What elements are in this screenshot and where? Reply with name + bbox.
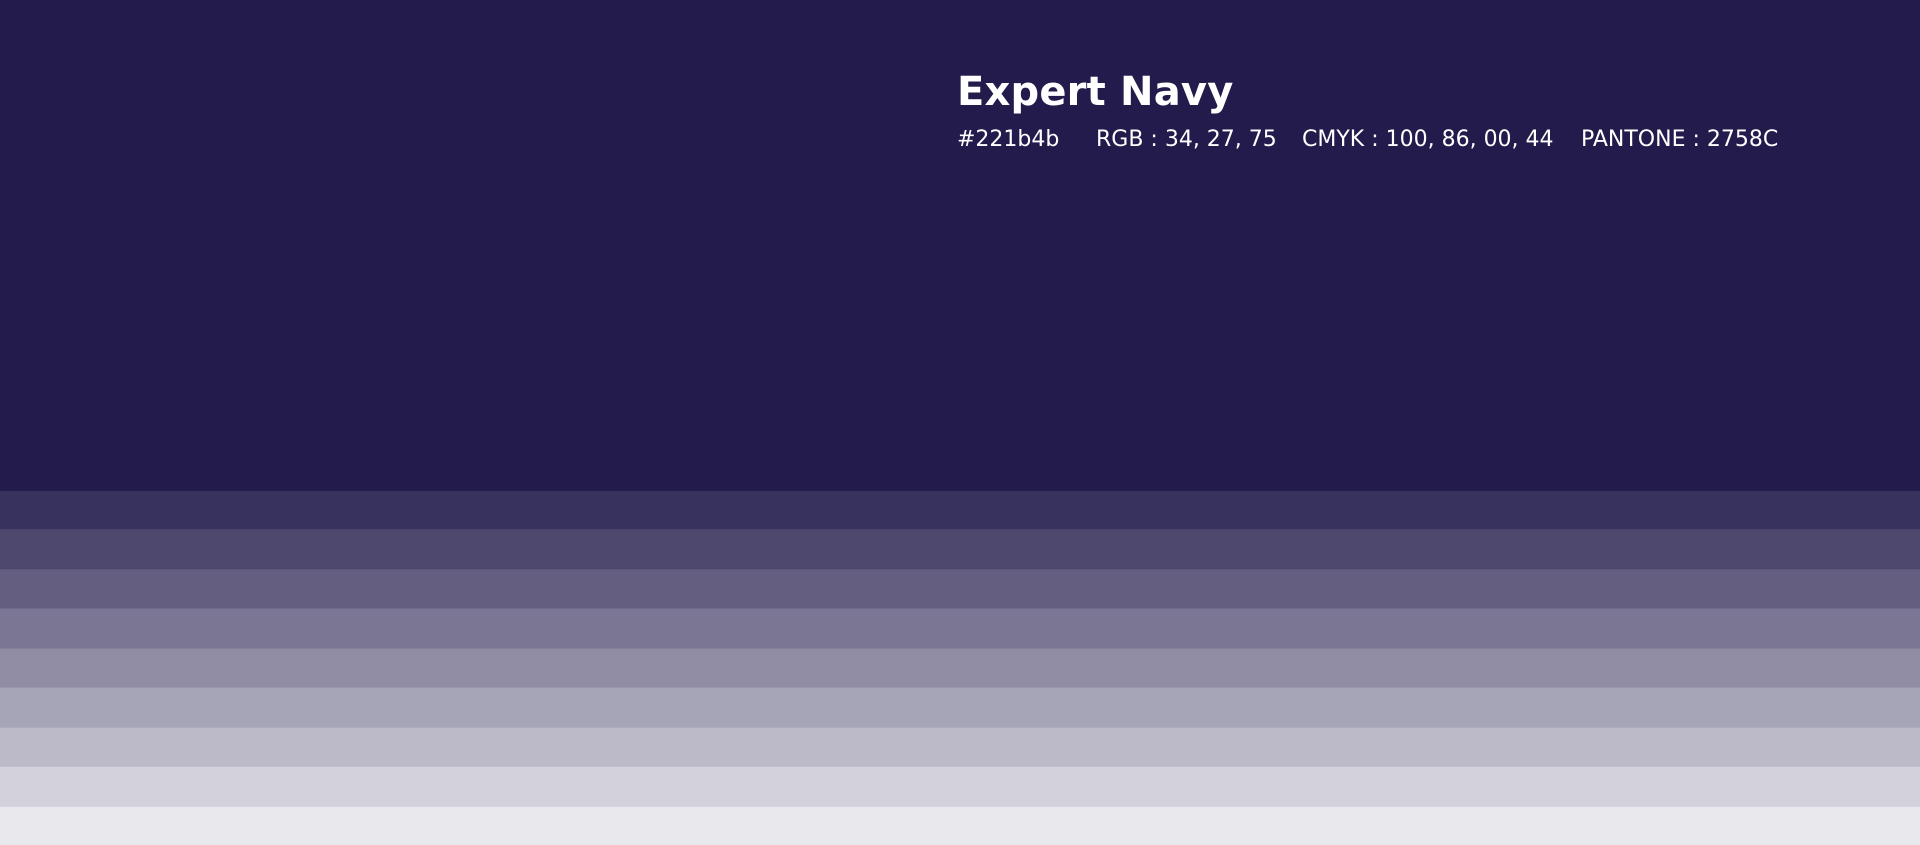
tint-band	[0, 727, 1920, 768]
color-swatch-page: Expert Navy #221b4b RGB : 34, 27, 75 CMY…	[0, 0, 1920, 845]
tint-scale	[0, 491, 1920, 845]
color-specs: #221b4b RGB : 34, 27, 75 CMYK : 100, 86,…	[957, 129, 1778, 151]
cmyk-value: CMYK : 100, 86, 00, 44	[1302, 127, 1554, 152]
tint-band	[0, 609, 1920, 649]
pantone-value: PANTONE : 2758C	[1581, 127, 1779, 152]
tint-band	[0, 648, 1920, 689]
base-color-panel: Expert Navy #221b4b RGB : 34, 27, 75 CMY…	[0, 0, 1920, 491]
tint-band	[0, 530, 1920, 570]
tint-band	[0, 688, 1920, 728]
rgb-value: RGB : 34, 27, 75	[1096, 127, 1277, 152]
tint-band	[0, 569, 1920, 610]
tint-band	[0, 767, 1920, 807]
color-name: Expert Navy	[957, 69, 1234, 115]
tint-band	[0, 806, 1920, 845]
hex-code: #221b4b	[957, 127, 1060, 152]
tint-band	[0, 491, 1920, 531]
color-info: Expert Navy #221b4b RGB : 34, 27, 75 CMY…	[957, 72, 1778, 151]
